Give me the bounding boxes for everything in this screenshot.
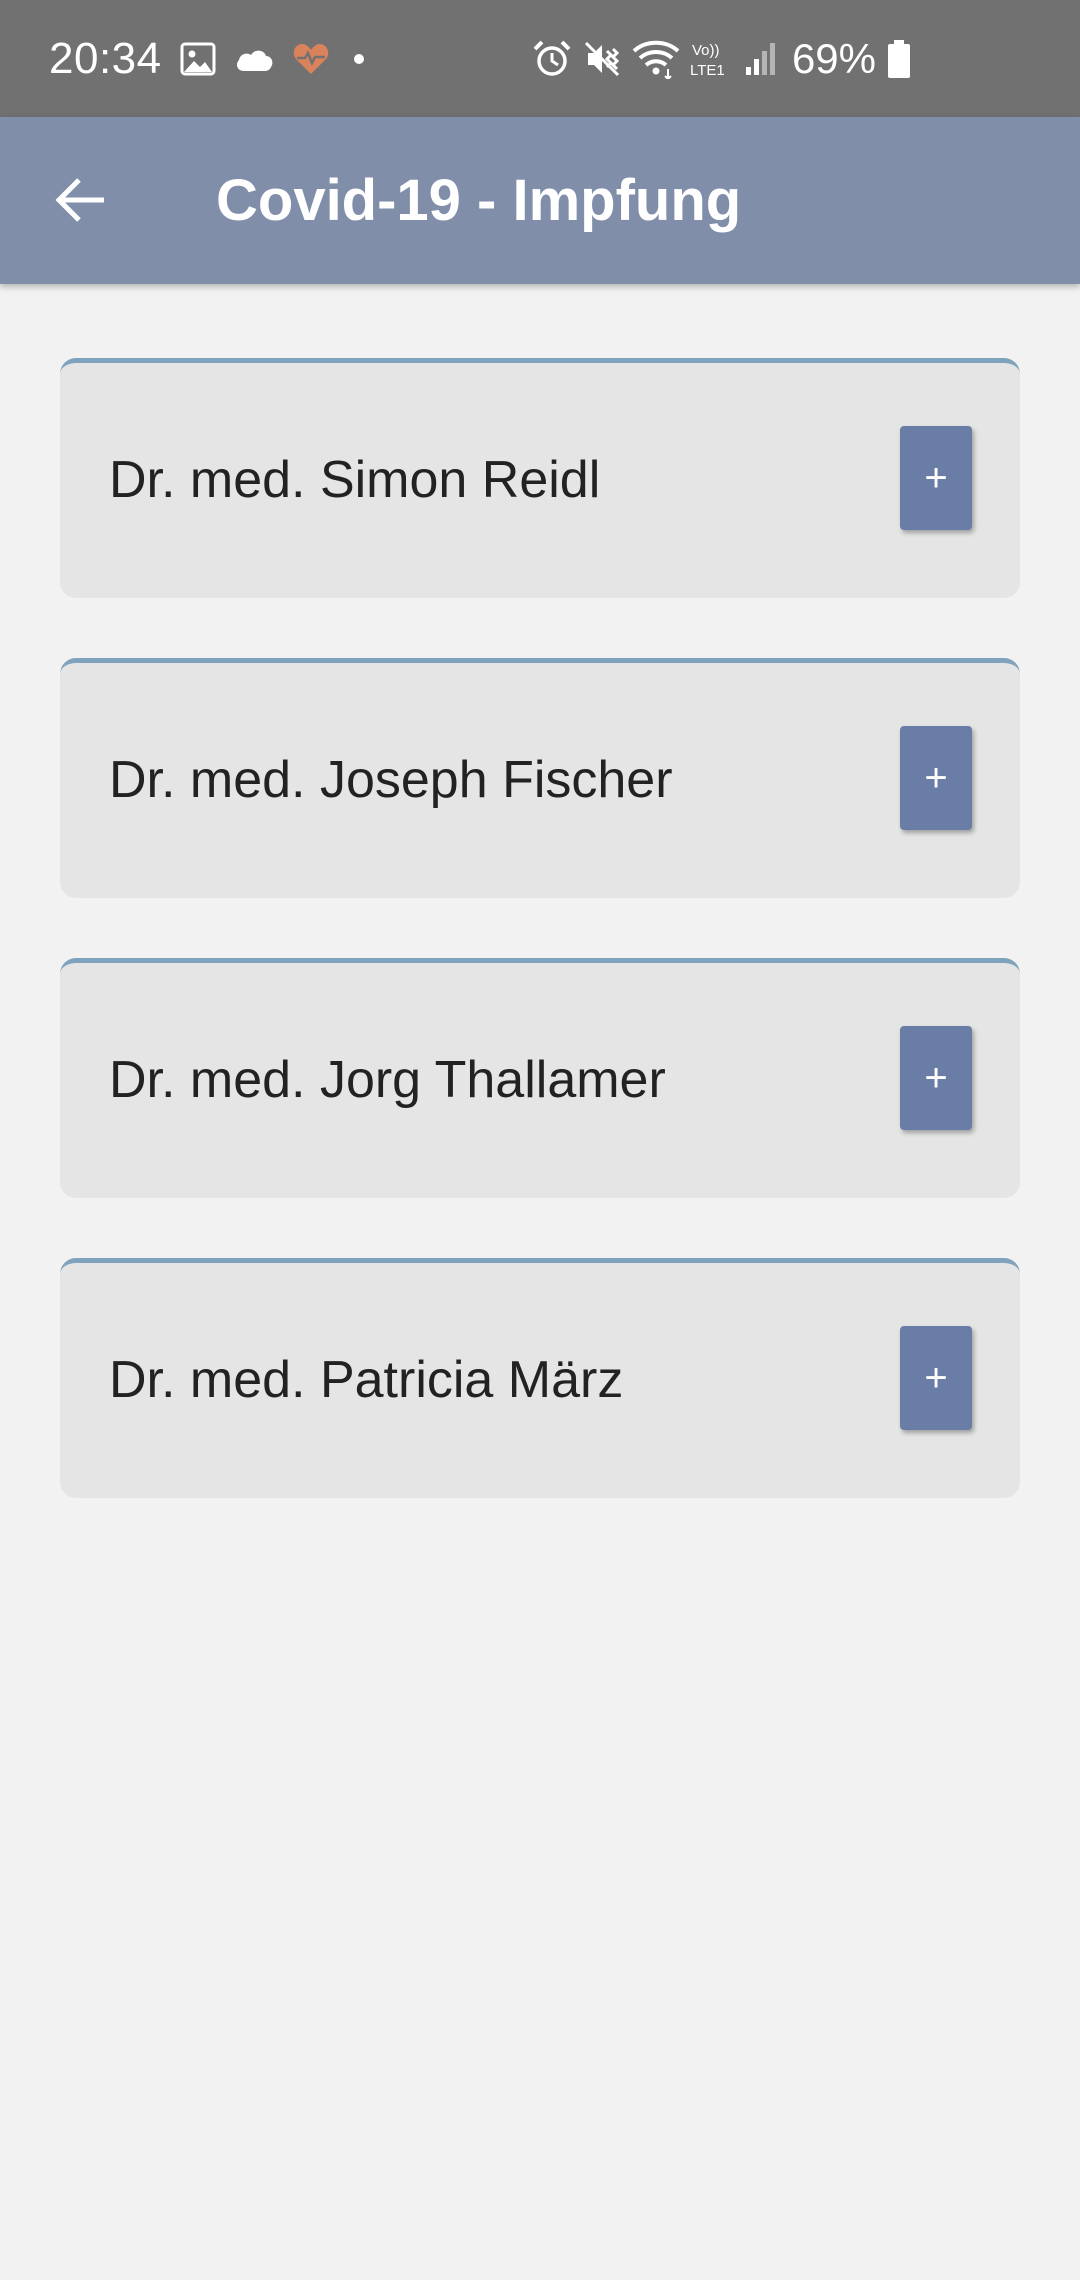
gallery-icon [180, 42, 216, 76]
back-button[interactable] [36, 155, 126, 245]
page-title: Covid-19 - Impfung [216, 168, 742, 233]
add-button[interactable]: + [900, 1326, 972, 1430]
signal-icon [744, 41, 778, 77]
status-right-group: Vo)) LTE1 69% [533, 0, 1080, 117]
doctor-card[interactable]: Dr. med. Patricia März + [60, 1258, 1020, 1498]
app-bar: Covid-19 - Impfung [0, 117, 1080, 284]
svg-text:Vo)): Vo)) [692, 42, 720, 59]
battery-icon [886, 39, 912, 79]
wifi-icon [632, 39, 680, 79]
cloud-icon [234, 45, 274, 73]
arrow-left-icon [54, 176, 108, 224]
volte-lte1-icon: Vo)) LTE1 [690, 39, 734, 79]
doctor-card[interactable]: Dr. med. Joseph Fischer + [60, 658, 1020, 898]
doctor-list: Dr. med. Simon Reidl + Dr. med. Joseph F… [60, 358, 1020, 1558]
doctor-name: Dr. med. Jorg Thallamer [109, 1051, 666, 1109]
add-button[interactable]: + [900, 426, 972, 530]
doctor-name: Dr. med. Joseph Fischer [109, 751, 673, 809]
health-heart-icon [292, 42, 330, 76]
svg-text:LTE1: LTE1 [690, 62, 725, 79]
doctor-card[interactable]: Dr. med. Simon Reidl + [60, 358, 1020, 598]
doctor-name: Dr. med. Patricia März [109, 1351, 624, 1409]
doctor-card[interactable]: Dr. med. Jorg Thallamer + [60, 958, 1020, 1198]
doctor-name: Dr. med. Simon Reidl [109, 451, 601, 509]
vibrate-mute-icon [582, 39, 622, 79]
add-button[interactable]: + [900, 726, 972, 830]
status-bar: 20:34 Vo)) LTE1 69% [0, 0, 1080, 117]
add-button[interactable]: + [900, 1026, 972, 1130]
status-time: 20:34 [49, 33, 162, 83]
status-left-group: 20:34 [49, 0, 370, 117]
alarm-icon [532, 39, 572, 79]
notification-dot-icon [348, 48, 370, 70]
battery-percent: 69% [791, 34, 876, 82]
